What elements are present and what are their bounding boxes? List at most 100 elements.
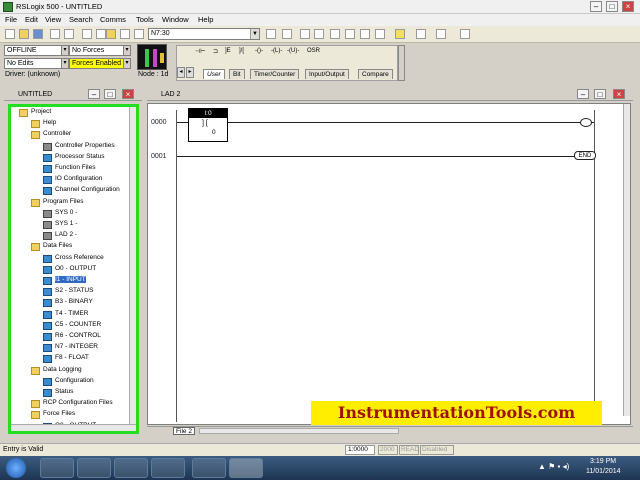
- tab-user[interactable]: User: [203, 69, 225, 79]
- ladder-maximize-button[interactable]: □: [594, 89, 606, 99]
- tree-item[interactable]: N7 - INTEGER: [55, 343, 98, 350]
- otl-icon[interactable]: -(L)-: [271, 48, 282, 54]
- tree-item[interactable]: Function Files: [55, 164, 95, 171]
- find-icon[interactable]: [266, 29, 276, 39]
- tree-item[interactable]: LAD 2 -: [55, 231, 77, 238]
- tree-h-scrollbar[interactable]: [11, 424, 136, 431]
- tree-item[interactable]: Cross Reference: [55, 254, 104, 261]
- clock-time[interactable]: 3:19 PM: [590, 458, 616, 465]
- tree-item[interactable]: I1 - INPUT: [55, 276, 86, 283]
- tab-bit[interactable]: Bit: [229, 69, 245, 79]
- zoom-icon[interactable]: [360, 29, 370, 39]
- clock-date[interactable]: 11/01/2014: [586, 468, 621, 475]
- minimize-button[interactable]: –: [590, 1, 602, 12]
- new-icon[interactable]: [5, 29, 15, 39]
- menu-view[interactable]: View: [45, 15, 61, 24]
- edits-dropdown-icon[interactable]: ▾: [61, 58, 69, 69]
- tree-item[interactable]: SYS 1 -: [55, 220, 77, 227]
- tree-item[interactable]: Status: [55, 388, 73, 395]
- tree-item[interactable]: Data Files: [43, 242, 72, 249]
- file-tab[interactable]: File 2: [173, 427, 195, 435]
- xic-instruction[interactable]: I:0 ] [ 0: [188, 108, 228, 142]
- menu-file[interactable]: File: [5, 15, 17, 24]
- ie-taskbar-icon[interactable]: [40, 458, 74, 478]
- menu-comms[interactable]: Comms: [100, 15, 126, 24]
- zoom-out-icon[interactable]: [300, 29, 310, 39]
- tree-item[interactable]: Processor Status: [55, 153, 105, 160]
- menu-search[interactable]: Search: [69, 15, 93, 24]
- tree-item[interactable]: Project: [31, 108, 51, 115]
- xic-icon[interactable]: ]E: [225, 48, 231, 54]
- print-icon[interactable]: [50, 29, 60, 39]
- tree-item[interactable]: C5 - COUNTER: [55, 321, 101, 328]
- save-icon[interactable]: [33, 29, 43, 39]
- tree-item[interactable]: Controller: [43, 130, 71, 137]
- tree-item[interactable]: IO Configuration: [55, 175, 102, 182]
- menu-tools[interactable]: Tools: [136, 15, 154, 24]
- ladder-editor[interactable]: 0000 0001 I:0 ] [ 0 END: [147, 103, 631, 425]
- zoom-in-icon[interactable]: [314, 29, 324, 39]
- panel-maximize-button[interactable]: □: [104, 89, 116, 99]
- rslinx-taskbar-icon[interactable]: [151, 458, 185, 478]
- ladder-scrollbar[interactable]: [623, 104, 630, 416]
- forces-dropdown-icon[interactable]: ▾: [123, 45, 131, 56]
- tray-icons[interactable]: ▲ ⚑ ▪ ◂): [538, 462, 569, 471]
- osr-icon[interactable]: OSR: [307, 48, 320, 54]
- ladder-h-scrollbar[interactable]: [199, 428, 399, 434]
- maximize-button[interactable]: □: [606, 1, 618, 12]
- rung-icon[interactable]: ⊣⊢: [195, 48, 205, 55]
- cut-icon[interactable]: [82, 29, 92, 39]
- forces-enabled-dropdown-icon[interactable]: ▾: [123, 58, 131, 69]
- explorer-taskbar-icon[interactable]: [114, 458, 148, 478]
- find-all-icon[interactable]: [330, 29, 340, 39]
- mode-dropdown-icon[interactable]: ▾: [61, 45, 69, 56]
- otu-icon[interactable]: -(U)-: [287, 48, 299, 54]
- address-combo[interactable]: N7:30 ▼: [148, 28, 260, 40]
- tab-scroll-left-icon[interactable]: ◂: [177, 67, 185, 78]
- ladder-minimize-button[interactable]: –: [577, 89, 589, 99]
- forward-arrow-icon[interactable]: [460, 29, 470, 39]
- tree-item[interactable]: RCP Configuration Files: [43, 399, 113, 406]
- print-preview-icon[interactable]: [64, 29, 74, 39]
- emulator-taskbar-icon[interactable]: [192, 458, 226, 478]
- redo-icon[interactable]: [134, 29, 144, 39]
- verify-icon[interactable]: [395, 29, 405, 39]
- tree-item[interactable]: Program Files: [43, 198, 83, 205]
- tree-item[interactable]: B3 - BINARY: [55, 298, 93, 305]
- tree-item[interactable]: Force Files: [43, 410, 75, 417]
- panel-close-button[interactable]: ×: [122, 89, 134, 99]
- tree-item[interactable]: Controller Properties: [55, 142, 115, 149]
- close-button[interactable]: ×: [622, 1, 634, 12]
- xio-icon[interactable]: ]/[: [239, 48, 244, 54]
- tab-input-output[interactable]: Input/Output: [305, 69, 349, 79]
- tree-item[interactable]: Help: [43, 119, 56, 126]
- find-next-icon[interactable]: [282, 29, 292, 39]
- menu-help[interactable]: Help: [198, 15, 213, 24]
- media-player-taskbar-icon[interactable]: [77, 458, 111, 478]
- tree-item[interactable]: R6 - CONTROL: [55, 332, 101, 339]
- tree-item[interactable]: O0 - OUTPUT: [55, 265, 96, 272]
- tab-compare[interactable]: Compare: [358, 69, 393, 79]
- tree-item[interactable]: S2 - STATUS: [55, 287, 93, 294]
- back-arrow-icon[interactable]: [436, 29, 446, 39]
- paste-icon[interactable]: [106, 29, 116, 39]
- tree-item[interactable]: Data Logging: [43, 366, 82, 373]
- tab-timer-counter[interactable]: Timer/Counter: [250, 69, 300, 79]
- ote-icon[interactable]: -()-: [255, 48, 263, 54]
- tree-item[interactable]: SYS 0 -: [55, 209, 77, 216]
- copy-icon[interactable]: [96, 29, 106, 39]
- ladder-close-button[interactable]: ×: [613, 89, 625, 99]
- tree-item[interactable]: F8 - FLOAT: [55, 354, 89, 361]
- tree-item[interactable]: Channel Configuration: [55, 186, 120, 193]
- menu-edit[interactable]: Edit: [25, 15, 38, 24]
- menu-window[interactable]: Window: [162, 15, 189, 24]
- panel-minimize-button[interactable]: –: [88, 89, 100, 99]
- view-icon[interactable]: [345, 29, 355, 39]
- open-icon[interactable]: [19, 29, 29, 39]
- tab-scroll-right-icon[interactable]: ▸: [186, 67, 194, 78]
- instruction-scrollbar[interactable]: [398, 45, 405, 81]
- run-icon[interactable]: [416, 29, 426, 39]
- tree-item[interactable]: Configuration: [55, 377, 94, 384]
- tree-scrollbar[interactable]: [129, 107, 136, 431]
- branch-icon[interactable]: ⊐: [213, 48, 218, 55]
